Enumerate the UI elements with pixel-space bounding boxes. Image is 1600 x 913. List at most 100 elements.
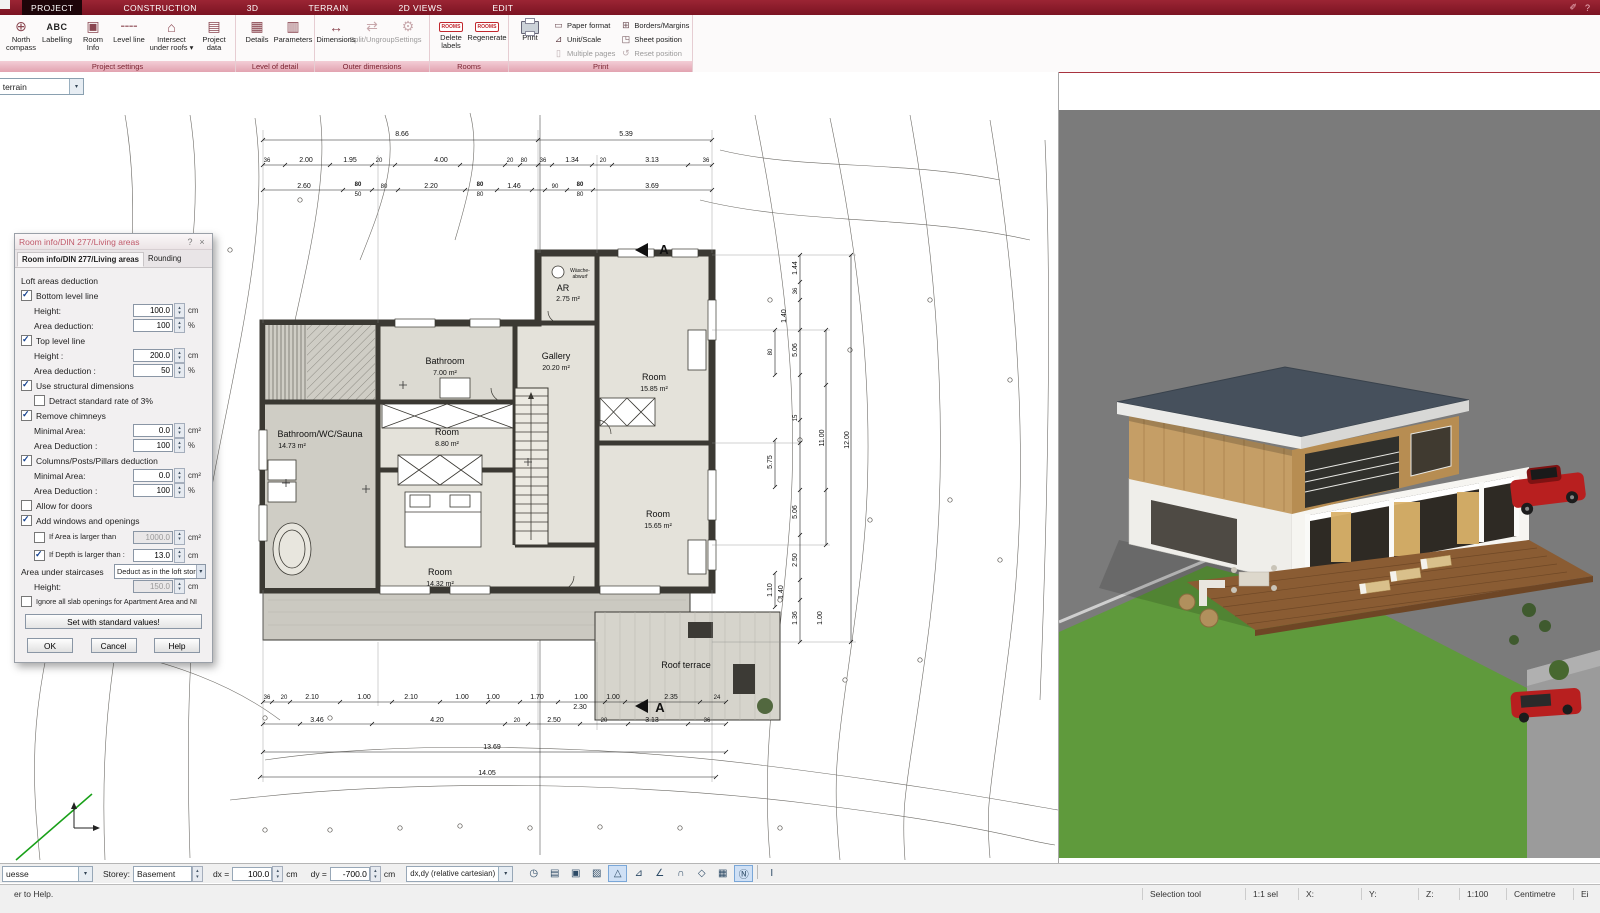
app-icon[interactable]	[0, 0, 10, 9]
spinner[interactable]	[174, 303, 185, 318]
ribbon-button-intersect-under-roofs[interactable]: ⌂Intersect under roofs ▾	[147, 16, 196, 61]
if-depth-larger-checkbox[interactable]	[34, 550, 45, 561]
ruler-icon[interactable]: ⊿	[629, 865, 648, 882]
cancel-button[interactable]: Cancel	[91, 638, 137, 653]
3d-view[interactable]	[1059, 110, 1600, 858]
menu-tab-terrain[interactable]: TERRAIN	[299, 0, 357, 15]
menu-tab-project[interactable]: PROJECT	[22, 0, 82, 15]
storey-select[interactable]: Basement	[133, 866, 192, 882]
ribbon-button-north-compass[interactable]: ⊕North compass	[3, 16, 39, 61]
ribbon-button-project-data[interactable]: ▤Project data	[196, 16, 232, 61]
top-height-input[interactable]	[133, 349, 173, 362]
ribbon-button-sheet-position[interactable]: ◳ Sheet position	[620, 34, 689, 45]
spinner[interactable]	[174, 318, 185, 333]
ribbon-button-split-ungroup[interactable]: ⇄Split/Ungroup	[354, 16, 390, 61]
bottom-level-line-checkbox[interactable]	[21, 290, 32, 301]
help-icon[interactable]: ?	[1585, 3, 1590, 13]
columns-posts-pillars-checkbox[interactable]	[21, 455, 32, 466]
ribbon-button-labelling[interactable]: ABCLabelling	[39, 16, 75, 61]
guides-icon[interactable]: ◇	[692, 865, 711, 882]
texture-icon[interactable]: ▨	[587, 865, 606, 882]
ribbon-button-details[interactable]: ▦Details	[239, 16, 275, 61]
set-standard-values-button[interactable]: Set with standard values!	[25, 614, 202, 629]
chevron-down-icon[interactable]: ▾	[69, 79, 83, 94]
plan-text: 8.80 m²	[435, 441, 459, 448]
plan-text: 1.00	[486, 694, 500, 701]
help-button[interactable]: Help	[154, 638, 200, 653]
spinner[interactable]	[174, 468, 185, 483]
ok-button[interactable]: OK	[27, 638, 73, 653]
ribbon-button-parameters[interactable]: ▥Parameters	[275, 16, 311, 61]
spinner[interactable]	[174, 579, 185, 594]
spinner[interactable]	[174, 530, 185, 545]
chimney-minimal-area-input[interactable]	[133, 424, 173, 437]
menu-tab-edit[interactable]: EDIT	[483, 0, 522, 15]
dx-input[interactable]	[232, 867, 272, 881]
columns-area-deduction-input[interactable]	[133, 484, 173, 497]
menu-tab-2d-views[interactable]: 2D VIEWS	[390, 0, 452, 15]
spinner[interactable]	[174, 438, 185, 453]
cursor-icon[interactable]: I	[762, 865, 781, 882]
detract-standard-rate-checkbox[interactable]	[34, 395, 45, 406]
use-structural-dimensions-checkbox[interactable]	[21, 380, 32, 391]
ribbon-button-print[interactable]: Print	[512, 16, 548, 61]
ribbon-button-level-line[interactable]: ╌╌Level line	[111, 16, 147, 61]
pin-icon[interactable]: ✐	[1569, 2, 1577, 13]
spinner[interactable]	[174, 483, 185, 498]
unit-indicator[interactable]: Centimetre	[1506, 888, 1573, 900]
dy-input[interactable]	[330, 867, 370, 881]
staircase-height-input[interactable]	[133, 580, 173, 593]
dialog-help-icon[interactable]: ?	[184, 237, 196, 247]
ribbon-button-delete-labels[interactable]: ROOMSDelete labels	[433, 16, 469, 61]
menu-tab-construction[interactable]: CONSTRUCTION	[114, 0, 205, 15]
spinner[interactable]	[174, 348, 185, 363]
if-depth-larger-input[interactable]	[133, 549, 173, 562]
scale-indicator[interactable]: 1:100	[1459, 888, 1506, 900]
unit-label: %	[188, 441, 206, 450]
ribbon-button-regenerate[interactable]: ROOMSRegenerate	[469, 16, 505, 61]
ribbon-group-label: Outer dimensions	[315, 61, 429, 72]
tab-rounding[interactable]: Rounding	[144, 252, 185, 267]
terrain-select[interactable]: nal terrain ▾	[0, 78, 84, 95]
clock-icon[interactable]: ◷	[524, 865, 543, 882]
triangle-tool-icon[interactable]: △	[608, 865, 627, 882]
dy-stepper[interactable]	[370, 866, 381, 882]
if-area-larger-checkbox[interactable]	[34, 532, 45, 543]
chimney-area-deduction-input[interactable]	[133, 439, 173, 452]
spinner[interactable]	[174, 423, 185, 438]
ribbon-button-unit-scale[interactable]: ⊿ Unit/Scale	[553, 34, 615, 45]
coordinate-mode-select[interactable]: dx,dy (relative cartesian) ▾	[406, 866, 513, 882]
ribbon-button-settings[interactable]: ⚙Settings	[390, 16, 426, 61]
magnet-icon[interactable]: ∩	[671, 865, 690, 882]
north-icon[interactable]: Ⓝ	[734, 865, 753, 882]
spinner[interactable]	[174, 363, 185, 378]
top-area-deduction-input[interactable]	[133, 364, 173, 377]
snapshot-icon[interactable]: ▣	[566, 865, 585, 882]
bottom-height-input[interactable]	[133, 304, 173, 317]
add-windows-openings-checkbox[interactable]	[21, 515, 32, 526]
screen-icon[interactable]: ▤	[545, 865, 564, 882]
tab-room-info[interactable]: Room info/DIN 277/Living areas	[17, 252, 144, 267]
allow-for-doors-checkbox[interactable]	[21, 500, 32, 511]
if-area-larger-input[interactable]	[133, 531, 173, 544]
ribbon-button-borders-margins[interactable]: ⊞ Borders/Margins	[620, 20, 689, 31]
bottom-area-deduction-input[interactable]	[133, 319, 173, 332]
spinner[interactable]	[174, 548, 185, 563]
remove-chimneys-checkbox[interactable]	[21, 410, 32, 421]
area-under-staircases-select[interactable]: Deduct as in the loft stor ▾	[114, 564, 206, 579]
ribbon-button-paper-format[interactable]: ▭ Paper format	[553, 20, 615, 31]
ribbon-button-multiple-pages[interactable]: ▯ Multiple pages	[553, 48, 615, 59]
columns-minimal-area-input[interactable]	[133, 469, 173, 482]
top-level-line-checkbox[interactable]	[21, 335, 32, 346]
menu-tab-3d[interactable]: 3D	[238, 0, 268, 15]
storey-stepper[interactable]	[192, 866, 203, 882]
angle-icon[interactable]: ∠	[650, 865, 669, 882]
ignore-slab-openings-checkbox[interactable]	[21, 596, 32, 607]
ribbon-button-room-info[interactable]: ▣Room Info	[75, 16, 111, 61]
ribbon-button-reset-position[interactable]: ↺ Reset position	[620, 48, 689, 59]
dx-stepper[interactable]	[272, 866, 283, 882]
close-icon[interactable]: ×	[196, 237, 208, 247]
left-combo[interactable]: uesse ▾	[2, 866, 93, 882]
dialog-title-bar[interactable]: Room info/DIN 277/Living areas ? ×	[15, 234, 212, 250]
grid-icon[interactable]: ▦	[713, 865, 732, 882]
